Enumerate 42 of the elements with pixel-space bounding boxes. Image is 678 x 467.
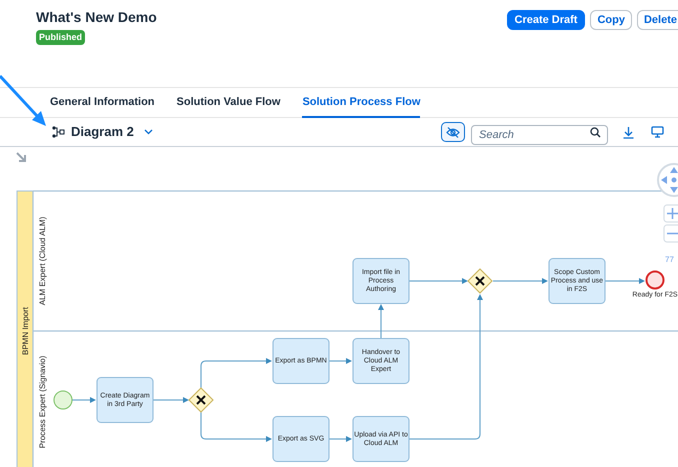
search-field[interactable]: Search [471,125,608,145]
eye-slash-icon [446,126,460,138]
flow-connector [604,278,645,284]
flow-diagram-icon [52,126,65,138]
action-button[interactable]: Create Draft [506,10,586,30]
flow-connector [152,397,189,403]
flow-connector [378,304,384,340]
task-box [272,338,330,384]
tab[interactable]: Solution Value Flow [176,88,280,118]
download-icon[interactable] [623,126,634,138]
flow-connector [408,278,468,284]
tab[interactable]: Solution Process Flow [302,88,420,118]
tab[interactable]: General Information [50,88,155,118]
chevron-down-icon[interactable] [144,129,153,135]
monitor-icon[interactable] [651,126,664,138]
task-box [272,416,330,462]
exclusive-gateway [467,268,493,294]
lane-label: Process Expert (Signavio) [38,356,47,448]
flow-connector [72,397,96,403]
task-box [352,258,410,304]
start-event [54,390,72,410]
zoom-level: 77 [665,255,674,264]
page-title: What's New Demo [36,8,157,27]
search-icon[interactable] [590,126,601,138]
end-event [646,270,664,290]
task-box [96,377,154,423]
flow-connector [200,358,272,390]
hide-toggle-button[interactable] [441,122,465,142]
exclusive-gateway [188,387,214,413]
status-badge: Published [36,30,86,45]
flow-connector [328,436,352,442]
flow-connector [200,410,272,442]
task-box [352,338,410,384]
pool-label: BPMN Import [21,307,30,355]
task-box [548,258,606,304]
action-button[interactable]: Delete [636,10,678,30]
diagram-selector[interactable]: Diagram 2 [71,122,134,142]
lane-label: ALM Expert (Cloud ALM) [38,216,47,306]
flow-connector [492,278,548,284]
task-box [352,416,410,462]
flow-connector [328,358,352,364]
action-button[interactable]: Copy [590,10,632,30]
